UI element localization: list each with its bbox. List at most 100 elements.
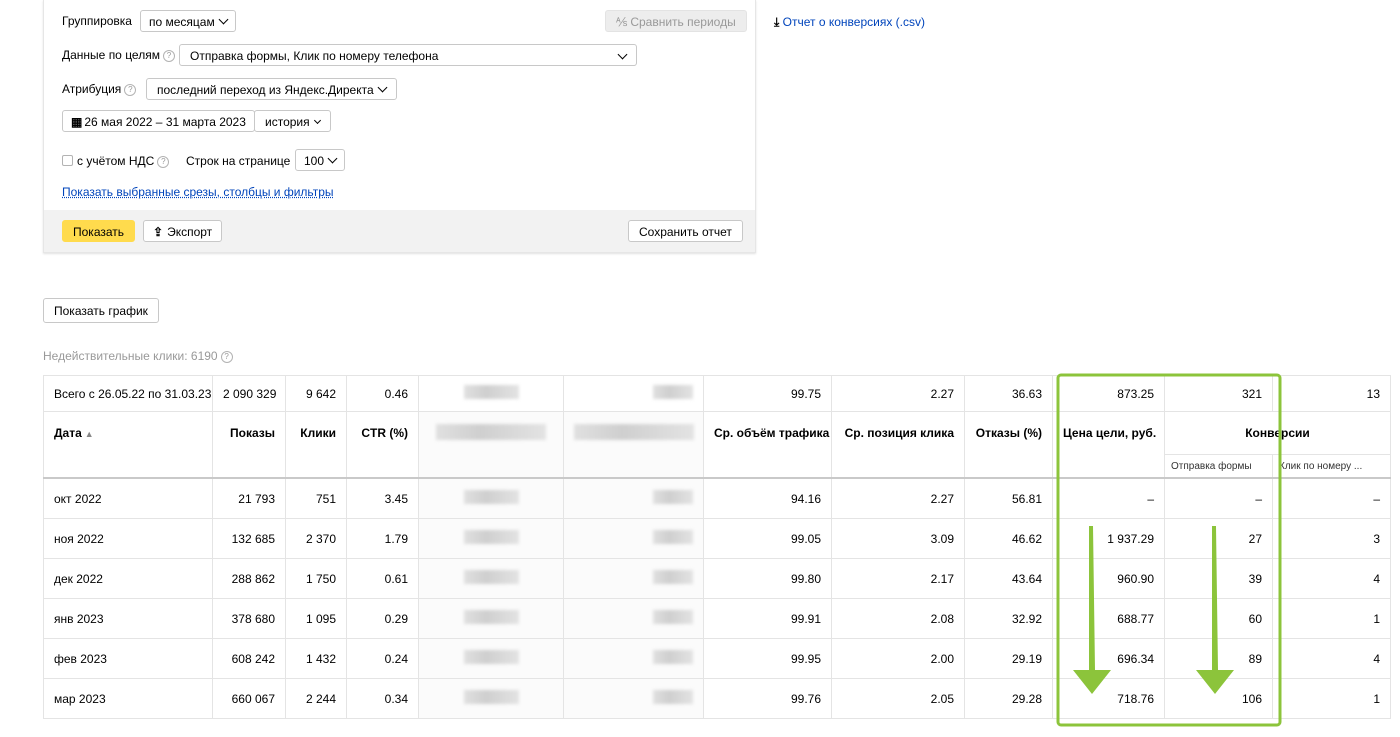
cell-bounces: 43.64 (964, 558, 1053, 599)
cell-impressions: 288 862 (212, 558, 286, 599)
cell-goal-cost: – (1052, 477, 1165, 519)
cell-ctr: 1.79 (346, 518, 419, 559)
cell-conv-phone: 4 (1272, 558, 1391, 599)
cell-bounces: 32.92 (964, 598, 1053, 639)
cell-ctr: 0.29 (346, 598, 419, 639)
total-ctr: 0.46 (346, 375, 419, 412)
cell-impressions: 132 685 (212, 518, 286, 559)
cell-ctr: 0.34 (346, 678, 419, 719)
cell-date: фев 2023 (43, 638, 213, 679)
cell-bounces: 29.19 (964, 638, 1053, 679)
cell-bounces: 29.28 (964, 678, 1053, 719)
goals-label: Данные по целям? (62, 48, 175, 62)
blurred-cell (563, 678, 704, 719)
total-conv-phone: 13 (1272, 375, 1391, 412)
cell-traffic: 94.16 (703, 477, 832, 519)
download-icon: ⤓ (774, 15, 780, 29)
header-conversions: Конверсии (1164, 411, 1391, 455)
cell-ctr: 3.45 (346, 477, 419, 519)
history-label: история (265, 115, 310, 129)
cell-traffic: 99.80 (703, 558, 832, 599)
total-impressions: 2 090 329 (212, 375, 286, 412)
compare-periods-label: Сравнить периоды (630, 15, 736, 29)
cell-traffic: 99.76 (703, 678, 832, 719)
help-icon[interactable]: ? (162, 50, 175, 62)
table-row: окт 2022 21 793 751 3.45 94.16 2.27 56.8… (43, 477, 1391, 519)
blurred-cell (563, 375, 704, 412)
blurred-header (563, 411, 704, 479)
total-traffic: 99.75 (703, 375, 832, 412)
cell-date: дек 2022 (43, 558, 213, 599)
cell-conv-phone: 1 (1272, 678, 1391, 719)
header-bounces[interactable]: Отказы (%) (964, 411, 1053, 479)
cell-bounces: 56.81 (964, 477, 1053, 519)
cell-ctr: 0.24 (346, 638, 419, 679)
cell-goal-cost: 960.90 (1052, 558, 1165, 599)
blurred-cell (418, 638, 564, 679)
chevron-down-icon (313, 116, 321, 125)
cell-date: янв 2023 (43, 598, 213, 639)
table-row: дек 2022 288 862 1 750 0.61 99.80 2.17 4… (43, 558, 1391, 599)
invalid-clicks-info: Недействительные клики: 6190? (43, 349, 233, 363)
header-ctr[interactable]: CTR (%) (346, 411, 419, 479)
grouping-select[interactable]: по месяцам (140, 10, 236, 32)
help-icon[interactable]: ? (157, 156, 170, 168)
cell-conv-form: 89 (1164, 638, 1273, 679)
cell-clicks: 2 370 (285, 518, 347, 559)
rows-per-page-label: Строк на странице (186, 154, 291, 168)
blurred-cell (418, 375, 564, 412)
header-conv-form[interactable]: Отправка формы (1164, 454, 1273, 479)
cell-bounces: 46.62 (964, 518, 1053, 559)
total-conv-form: 321 (1164, 375, 1273, 412)
cell-conv-phone: 1 (1272, 598, 1391, 639)
report-settings-panel: Группировка по месяцам ⅍ Сравнить периоды… (43, 0, 756, 253)
cell-clicks: 751 (285, 477, 347, 519)
grouping-label: Группировка (62, 14, 132, 28)
blurred-cell (418, 558, 564, 599)
cell-goal-cost: 688.77 (1052, 598, 1165, 639)
show-button[interactable]: Показать (62, 220, 136, 242)
table-total-row: Всего с 26.05.22 по 31.03.23 2 090 329 9… (43, 375, 1391, 412)
header-clicks[interactable]: Клики (285, 411, 347, 479)
header-avg-click-position[interactable]: Ср. позиция клика (831, 411, 965, 479)
conversions-report-link[interactable]: ⤓ Отчет о конверсиях (.csv) (774, 15, 925, 30)
blurred-cell (563, 477, 704, 519)
table-row: мар 2023 660 067 2 244 0.34 99.76 2.05 2… (43, 678, 1391, 719)
cell-conv-form: – (1164, 477, 1273, 519)
cell-clicks: 1 095 (285, 598, 347, 639)
show-chart-button[interactable]: Показать график (43, 298, 159, 323)
save-report-button[interactable]: Сохранить отчет (628, 220, 743, 242)
blurred-cell (418, 518, 564, 559)
cell-clicks: 1 432 (285, 638, 347, 679)
percent-icon: ⅍ (616, 15, 628, 29)
header-impressions[interactable]: Показы (212, 411, 286, 479)
cell-goal-cost: 696.34 (1052, 638, 1165, 679)
cell-date: мар 2023 (43, 678, 213, 719)
cell-conv-form: 106 (1164, 678, 1273, 719)
cell-clicks: 2 244 (285, 678, 347, 719)
cell-conv-form: 27 (1164, 518, 1273, 559)
rows-per-page-select[interactable]: 100 (295, 149, 346, 171)
cell-ctr: 0.61 (346, 558, 419, 599)
header-conv-phone[interactable]: Клик по номеру ... (1272, 454, 1391, 479)
total-label: Всего с 26.05.22 по 31.03.23 (43, 375, 213, 412)
header-goal-cost[interactable]: Цена цели, руб. (1052, 411, 1165, 479)
chevron-down-icon (377, 82, 388, 93)
show-selected-filters-link[interactable]: Показать выбранные срезы, столбцы и филь… (62, 185, 334, 199)
history-select[interactable]: история (254, 110, 331, 132)
export-button[interactable]: ⇪ Экспорт (143, 220, 223, 242)
chevron-down-icon (327, 153, 338, 164)
compare-periods-button[interactable]: ⅍ Сравнить периоды (605, 10, 747, 32)
help-icon[interactable]: ? (124, 84, 137, 96)
header-date[interactable]: Дата ▲ (43, 411, 213, 479)
goals-select[interactable]: Отправка формы, Клик по номеру телефона (179, 44, 637, 66)
date-range-picker[interactable]: ▦ 26 мая 2022 – 31 марта 2023 (62, 110, 255, 132)
calendar-icon: ▦ (71, 115, 82, 129)
vat-checkbox[interactable] (62, 155, 73, 166)
header-avg-traffic[interactable]: Ср. объём трафика (703, 411, 832, 479)
total-clicks: 9 642 (285, 375, 347, 412)
goals-value: Отправка формы, Клик по номеру телефона (190, 49, 439, 63)
table-header-row: Дата ▲ Показы Клики CTR (%) Ср. объём тра… (43, 411, 1391, 479)
help-icon[interactable]: ? (220, 351, 233, 363)
attribution-select[interactable]: последний переход из Яндекс.Директа (146, 78, 397, 100)
